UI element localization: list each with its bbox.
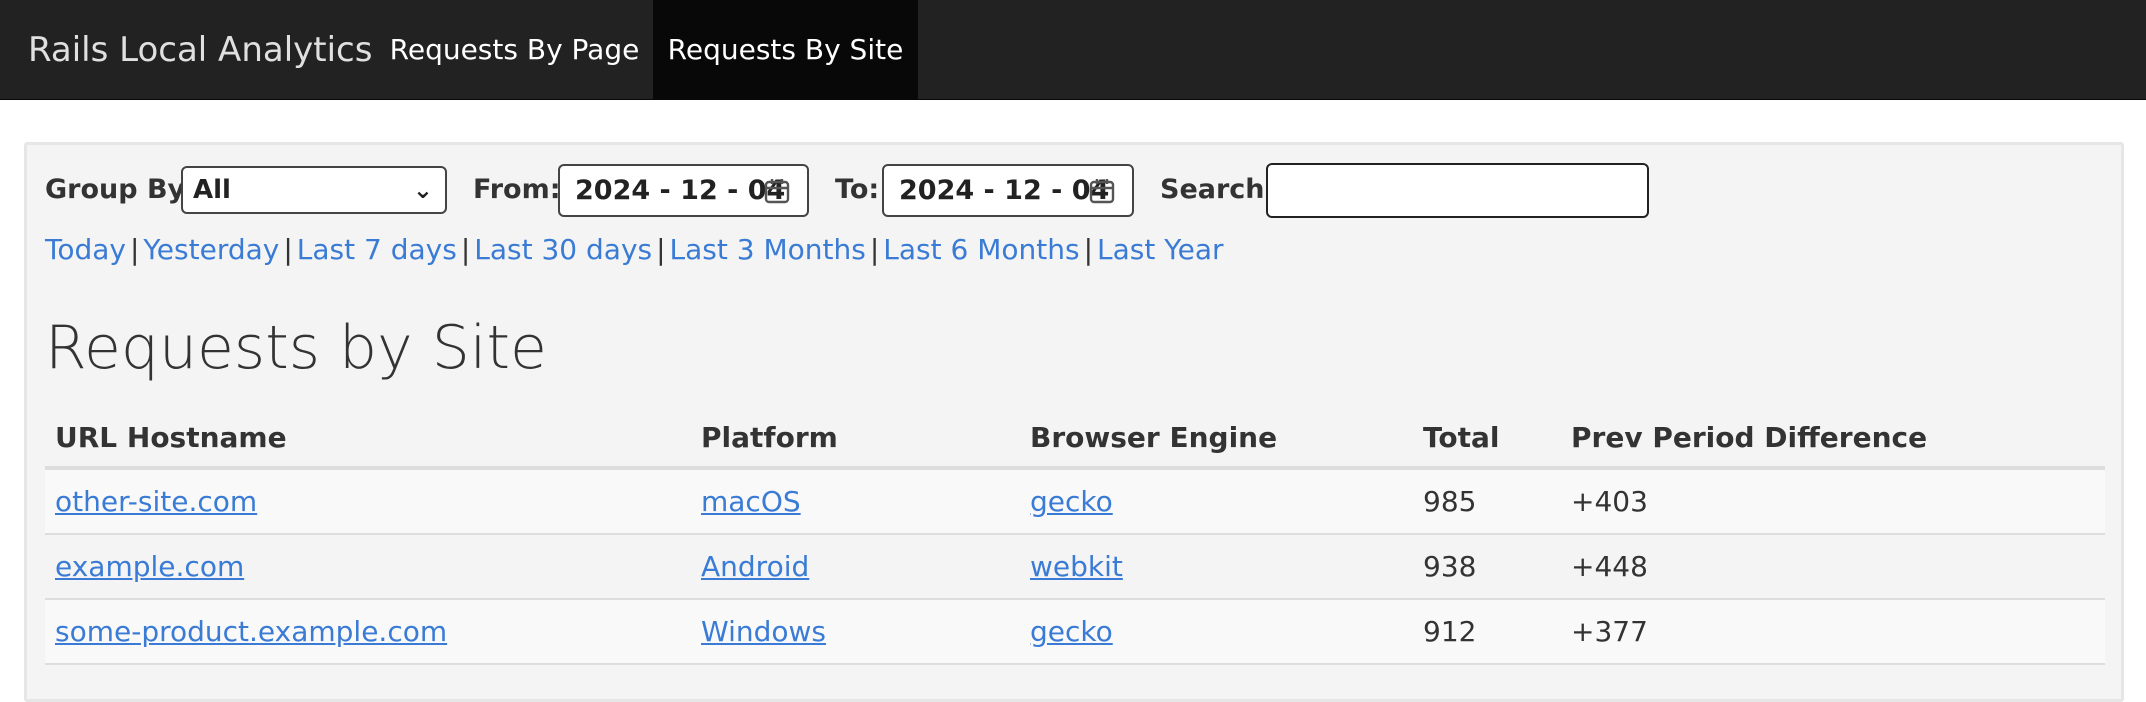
- hostname-cell: other-site.com: [55, 470, 257, 533]
- column-header-browser-engine: Browser Engine: [1030, 421, 1278, 454]
- engine-cell: webkit: [1030, 535, 1123, 598]
- hostname-cell: some-product.example.com: [55, 600, 447, 663]
- total-cell: 938: [1423, 550, 1477, 583]
- table-row: other-site.com macOS gecko 985 +403: [45, 470, 2105, 535]
- from-date-value: 2024 - 12 - 04: [575, 175, 786, 206]
- platform-cell: macOS: [701, 470, 801, 533]
- table-row: example.com Android webkit 938 +448: [45, 535, 2105, 600]
- search-input[interactable]: [1266, 163, 1649, 218]
- total-cell: 912: [1423, 615, 1477, 648]
- nav-requests-by-page[interactable]: Requests By Page: [376, 0, 653, 100]
- column-header-hostname: URL Hostname: [55, 421, 287, 454]
- engine-link[interactable]: webkit: [1030, 550, 1123, 583]
- hostname-cell: example.com: [55, 535, 244, 598]
- range-last-6-months[interactable]: Last 6 Months: [883, 233, 1079, 266]
- range-today[interactable]: Today: [45, 233, 126, 266]
- range-separator: |: [869, 233, 880, 266]
- platform-cell: Android: [701, 535, 809, 598]
- engine-cell: gecko: [1030, 600, 1113, 663]
- column-header-platform: Platform: [701, 421, 838, 454]
- range-separator: |: [129, 233, 140, 266]
- platform-cell: Windows: [701, 600, 826, 663]
- to-label: To:: [835, 174, 880, 205]
- range-yesterday[interactable]: Yesterday: [143, 233, 279, 266]
- engine-link[interactable]: gecko: [1030, 485, 1113, 518]
- diff-cell: +403: [1571, 485, 1648, 518]
- range-separator: |: [283, 233, 293, 266]
- diff-cell: +377: [1571, 615, 1648, 648]
- range-separator: |: [656, 233, 666, 266]
- platform-link[interactable]: Android: [701, 550, 809, 583]
- range-last-3-months[interactable]: Last 3 Months: [670, 233, 866, 266]
- diff-cell: +448: [1571, 550, 1648, 583]
- hostname-link[interactable]: some-product.example.com: [55, 615, 447, 648]
- group-by-select[interactable]: All ⌄: [181, 166, 447, 214]
- hostname-link[interactable]: other-site.com: [55, 485, 257, 518]
- table-body: other-site.com macOS gecko 985 +403 exam…: [45, 470, 2105, 665]
- from-label: From:: [473, 174, 561, 205]
- range-last-year[interactable]: Last Year: [1097, 233, 1224, 266]
- search-label: Search:: [1160, 174, 1276, 205]
- engine-link[interactable]: gecko: [1030, 615, 1113, 648]
- hostname-link[interactable]: example.com: [55, 550, 244, 583]
- range-last-30-days[interactable]: Last 30 days: [474, 233, 652, 266]
- platform-link[interactable]: Windows: [701, 615, 826, 648]
- page-title: Requests by Site: [45, 313, 547, 383]
- range-last-7-days[interactable]: Last 7 days: [297, 233, 457, 266]
- app-brand[interactable]: Rails Local Analytics: [28, 0, 372, 100]
- column-header-total: Total: [1423, 421, 1500, 454]
- nav-requests-by-site[interactable]: Requests By Site: [653, 0, 918, 100]
- table-row: some-product.example.com Windows gecko 9…: [45, 600, 2105, 665]
- total-cell: 985: [1423, 485, 1477, 518]
- calendar-icon[interactable]: [1088, 177, 1116, 205]
- column-header-prev-period-difference: Prev Period Difference: [1571, 421, 1928, 454]
- quick-date-ranges: Today | Yesterday | Last 7 days | Last 30 days…: [45, 230, 1224, 270]
- to-date-input[interactable]: 2024 - 12 - 04: [882, 164, 1134, 217]
- from-date-input[interactable]: 2024 - 12 - 04: [558, 164, 809, 217]
- chevron-down-icon: ⌄: [412, 176, 433, 204]
- engine-cell: gecko: [1030, 470, 1113, 533]
- top-navbar: Rails Local Analytics Requests By Page R…: [0, 0, 2146, 100]
- table-header: URL Hostname Platform Browser Engine Tot…: [45, 406, 2105, 470]
- calendar-icon[interactable]: [763, 177, 791, 205]
- group-by-label: Group By:: [45, 174, 196, 205]
- range-separator: |: [1083, 233, 1094, 266]
- group-by-value: All: [193, 175, 231, 205]
- platform-link[interactable]: macOS: [701, 485, 801, 518]
- requests-table: URL Hostname Platform Browser Engine Tot…: [45, 406, 2105, 665]
- range-separator: |: [460, 233, 471, 266]
- to-date-value: 2024 - 12 - 04: [899, 175, 1110, 206]
